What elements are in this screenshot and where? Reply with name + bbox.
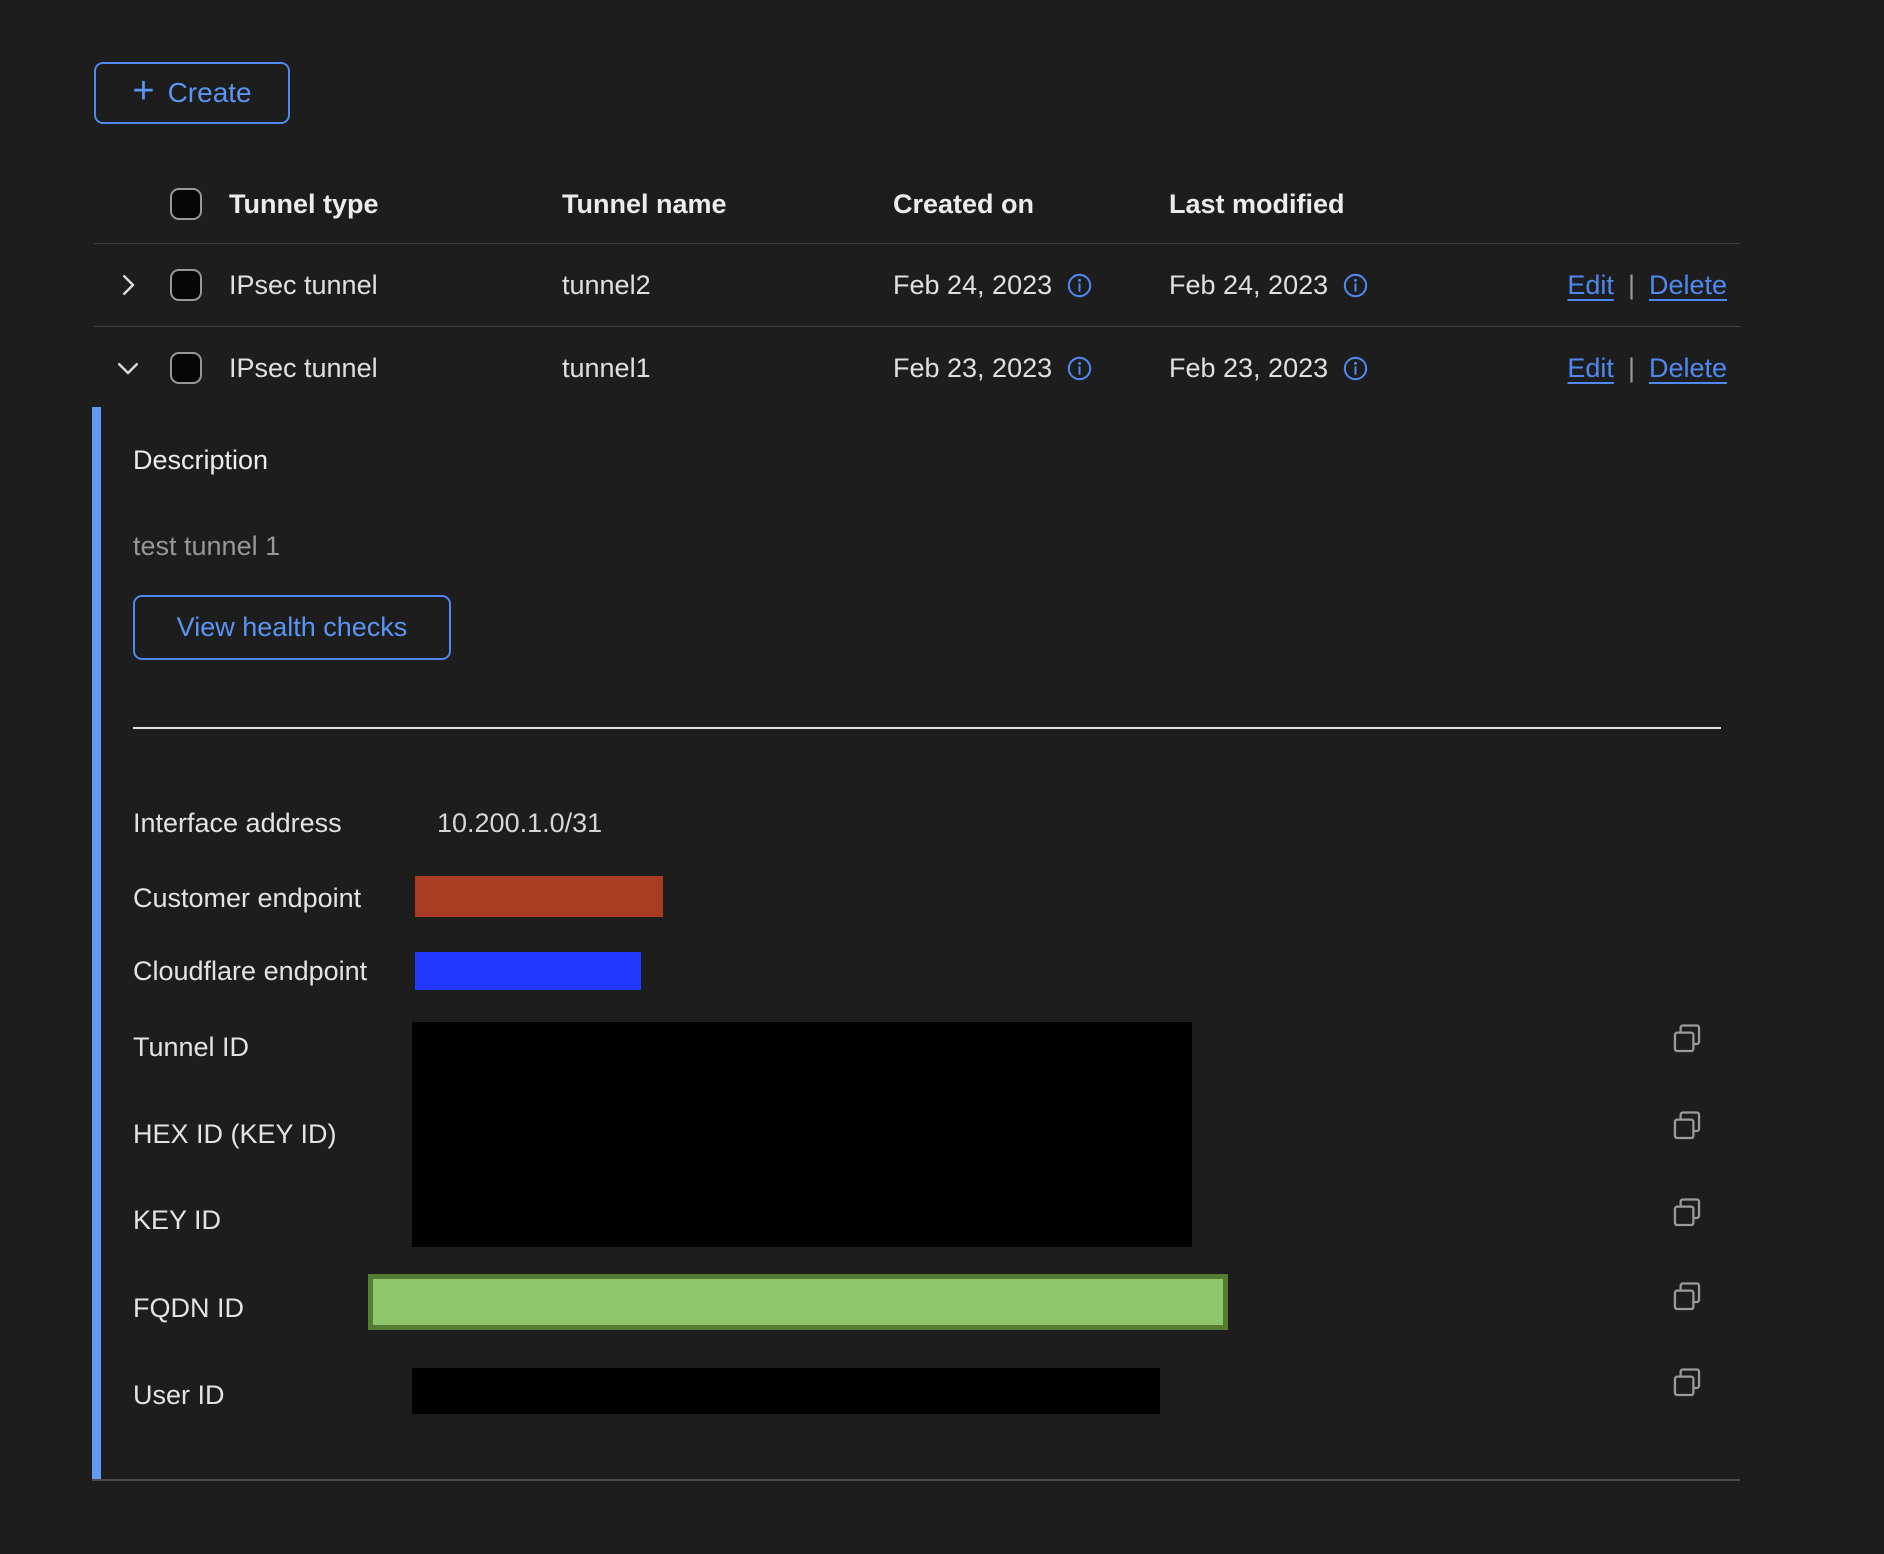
copy-icon[interactable] <box>1670 1109 1704 1143</box>
edit-link[interactable]: Edit <box>1567 270 1614 301</box>
ids-redaction-block <box>412 1022 1192 1247</box>
description-value: test tunnel 1 <box>133 529 280 563</box>
table-header-row: Tunnel type Tunnel name Created on Last … <box>94 165 1740 244</box>
tunnel-name-cell: tunnel2 <box>562 270 893 301</box>
view-health-checks-button[interactable]: View health checks <box>133 595 451 660</box>
ipsec-tunnels-page: + Create Tunnel type Tunnel name Created… <box>0 0 1884 1554</box>
tunnel-type-cell: IPsec tunnel <box>229 353 562 384</box>
tunnel-id-label: Tunnel ID <box>133 1030 249 1064</box>
edit-link[interactable]: Edit <box>1567 353 1614 384</box>
create-button-label: Create <box>168 77 252 109</box>
expand-chevron-right-icon[interactable] <box>111 268 145 302</box>
info-icon[interactable] <box>1342 272 1369 299</box>
tunnel-name-cell: tunnel1 <box>562 353 893 384</box>
interface-address-value: 10.200.1.0/31 <box>437 806 602 840</box>
info-icon[interactable] <box>1066 272 1093 299</box>
column-header-tunnel-type: Tunnel type <box>229 189 562 220</box>
delete-link[interactable]: Delete <box>1649 270 1727 301</box>
tunnel-type-cell: IPsec tunnel <box>229 270 562 301</box>
collapse-chevron-down-icon[interactable] <box>111 351 145 385</box>
expansion-accent-bar <box>92 407 101 1479</box>
user-id-redaction-block <box>412 1368 1160 1414</box>
select-all-checkbox[interactable] <box>170 188 202 220</box>
action-separator: | <box>1628 353 1635 384</box>
created-on-cell: Feb 23, 2023 <box>893 353 1052 384</box>
last-modified-cell: Feb 24, 2023 <box>1169 270 1328 301</box>
fqdn-redaction-block <box>368 1274 1228 1330</box>
created-on-cell: Feb 24, 2023 <box>893 270 1052 301</box>
column-header-last-modified: Last modified <box>1169 189 1473 220</box>
action-separator: | <box>1628 270 1635 301</box>
tunnels-table: Tunnel type Tunnel name Created on Last … <box>94 165 1740 409</box>
copy-icon[interactable] <box>1670 1280 1704 1314</box>
copy-icon[interactable] <box>1670 1196 1704 1230</box>
description-label: Description <box>133 443 268 477</box>
column-header-created-on: Created on <box>893 189 1169 220</box>
cloudflare-endpoint-label: Cloudflare endpoint <box>133 954 367 988</box>
table-row-tunnel2: IPsec tunnel tunnel2 Feb 24, 2023 Feb 24… <box>94 244 1740 327</box>
plus-icon: + <box>132 72 154 110</box>
section-divider <box>133 727 1721 729</box>
copy-icon[interactable] <box>1670 1022 1704 1056</box>
create-button[interactable]: + Create <box>94 62 290 124</box>
last-modified-cell: Feb 23, 2023 <box>1169 353 1328 384</box>
cloudflare-endpoint-redaction <box>415 952 641 990</box>
row-checkbox[interactable] <box>170 352 202 384</box>
customer-endpoint-label: Customer endpoint <box>133 881 361 915</box>
customer-endpoint-redaction <box>415 876 663 917</box>
fqdn-id-label: FQDN ID <box>133 1291 244 1325</box>
copy-icon[interactable] <box>1670 1366 1704 1400</box>
interface-address-label: Interface address <box>133 806 342 840</box>
table-row-tunnel1: IPsec tunnel tunnel1 Feb 23, 2023 Feb 23… <box>94 327 1740 409</box>
row-checkbox[interactable] <box>170 269 202 301</box>
column-header-tunnel-name: Tunnel name <box>562 189 893 220</box>
delete-link[interactable]: Delete <box>1649 353 1727 384</box>
expanded-tunnel-panel: Description test tunnel 1 View health ch… <box>92 407 1740 1481</box>
hex-id-label: HEX ID (KEY ID) <box>133 1117 337 1151</box>
user-id-label: User ID <box>133 1378 225 1412</box>
info-icon[interactable] <box>1342 355 1369 382</box>
key-id-label: KEY ID <box>133 1203 221 1237</box>
info-icon[interactable] <box>1066 355 1093 382</box>
